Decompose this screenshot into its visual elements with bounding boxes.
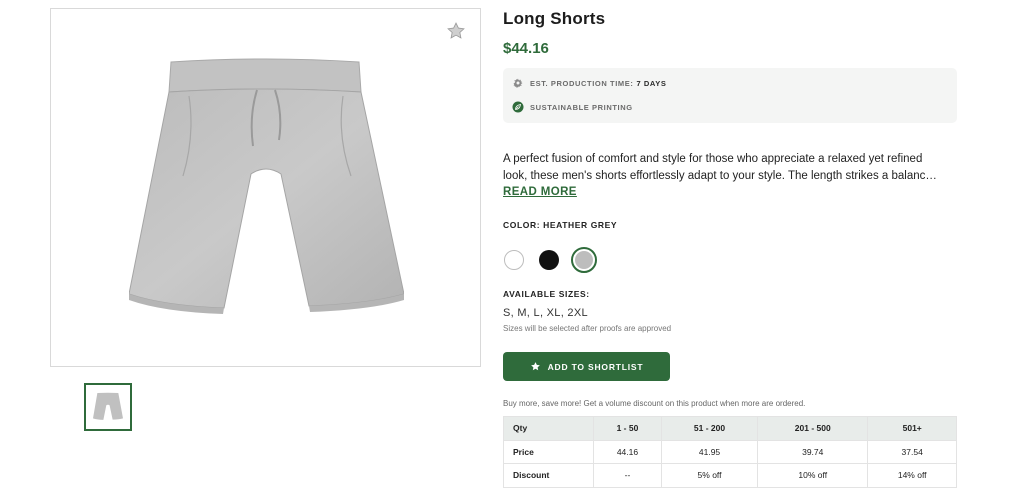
product-main-image[interactable] [50, 8, 481, 367]
leaf-icon [512, 101, 524, 113]
table-row-discount: Discount -- 5% off 10% off 14% off [503, 463, 957, 488]
color-swatch-white[interactable] [504, 250, 524, 270]
read-more-link[interactable]: READ MORE [503, 186, 577, 198]
table-cell: -- [593, 463, 662, 488]
product-price: $44.16 [503, 40, 549, 57]
star-icon [530, 361, 541, 372]
table-cell: 39.74 [757, 439, 869, 464]
table-cell: 5% off [660, 463, 759, 488]
sizes-label: AVAILABLE SIZES: [503, 289, 590, 299]
price-row-label: Price [503, 439, 594, 464]
color-swatch-heather-grey-selected[interactable] [571, 247, 597, 273]
table-header-qty: Qty [503, 416, 594, 441]
sizes-values: S, M, L, XL, 2XL [503, 307, 588, 319]
table-header-cell: 1 - 50 [593, 416, 662, 441]
table-row-price: Price 44.16 41.95 39.74 37.54 [503, 439, 957, 464]
table-cell: 44.16 [593, 439, 662, 464]
gear-icon [512, 77, 524, 89]
discount-row-label: Discount [503, 463, 594, 488]
production-time-label: EST. PRODUCTION TIME: [530, 78, 634, 88]
production-time-value: 7 DAYS [636, 78, 667, 88]
star-outline-icon[interactable] [446, 21, 466, 41]
shorts-thumbnail-image [93, 392, 123, 420]
color-swatch-black[interactable] [539, 250, 559, 270]
color-swatches [503, 247, 597, 273]
description-line-2: look, these men's shorts effortlessly ad… [503, 170, 937, 182]
table-cell: 37.54 [867, 439, 957, 464]
color-label: COLOR: HEATHER GREY [503, 220, 618, 230]
description-line-1: A perfect fusion of comfort and style fo… [503, 153, 923, 165]
production-info-box: EST. PRODUCTION TIME: 7 DAYS SUSTAINABLE… [503, 68, 957, 123]
product-title: Long Shorts [503, 9, 606, 28]
shorts-image [129, 58, 404, 314]
table-header-cell: 201 - 500 [757, 416, 869, 441]
volume-discount-note: Buy more, save more! Get a volume discou… [503, 399, 806, 408]
sizes-note: Sizes will be selected after proofs are … [503, 324, 672, 333]
table-cell: 10% off [757, 463, 869, 488]
table-cell: 14% off [867, 463, 957, 488]
sustainable-printing-label: SUSTAINABLE PRINTING [530, 102, 633, 112]
volume-pricing-table: Qty 1 - 50 51 - 200 201 - 500 501+ Price… [503, 416, 957, 488]
add-to-shortlist-button[interactable]: ADD TO SHORTLIST [503, 352, 670, 381]
thumbnail-selected[interactable] [84, 383, 132, 431]
table-header-row: Qty 1 - 50 51 - 200 201 - 500 501+ [503, 416, 957, 441]
table-header-cell: 51 - 200 [660, 416, 759, 441]
product-description: A perfect fusion of comfort and style fo… [503, 151, 957, 185]
table-header-cell: 501+ [867, 416, 957, 441]
table-cell: 41.95 [660, 439, 759, 464]
color-swatch-heather-grey[interactable] [575, 251, 593, 269]
sustainable-printing-row: SUSTAINABLE PRINTING [512, 101, 633, 113]
add-to-shortlist-label: ADD TO SHORTLIST [547, 361, 644, 372]
production-time-row: EST. PRODUCTION TIME: 7 DAYS [512, 77, 666, 89]
